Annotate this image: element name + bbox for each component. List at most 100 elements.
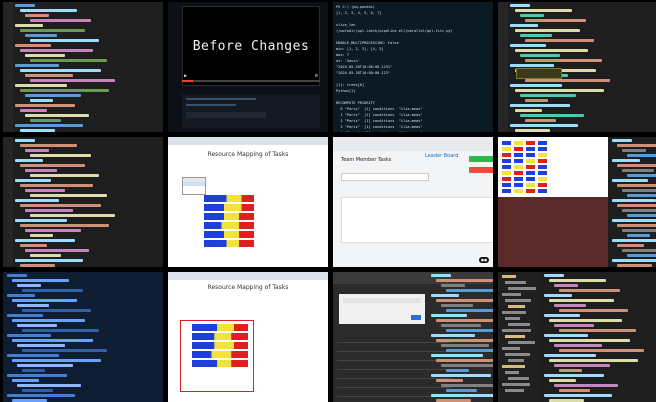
filter-dropdown[interactable]	[182, 177, 206, 195]
code-line	[17, 364, 73, 367]
video-progress-bar[interactable]	[182, 80, 320, 82]
modal-field[interactable]	[343, 298, 421, 303]
code-line	[17, 304, 49, 307]
video-controls[interactable]: ▶ ⚙	[182, 72, 320, 82]
code-line	[30, 59, 107, 62]
browser-toolbar[interactable]	[168, 272, 328, 280]
task-input[interactable]	[341, 173, 429, 181]
code-line	[15, 199, 59, 202]
code-line	[441, 284, 465, 287]
explorer-item[interactable]	[502, 383, 530, 386]
code-line	[15, 219, 67, 222]
tile-code-editor-3[interactable]	[3, 137, 163, 267]
tag-chip	[538, 183, 547, 187]
explorer-item[interactable]	[508, 287, 536, 290]
explorer-item[interactable]	[505, 353, 530, 356]
dom-tree[interactable]	[429, 272, 493, 402]
modal-dialog[interactable]	[339, 294, 425, 324]
code-line	[15, 104, 75, 107]
code-area[interactable]	[3, 2, 163, 132]
bar-segment	[211, 351, 232, 358]
code-line	[559, 309, 628, 312]
tag-chip	[514, 159, 523, 163]
code-line	[544, 294, 572, 297]
code-line	[525, 99, 548, 102]
tag-chip	[514, 171, 523, 175]
tile-code-editor-2[interactable]	[498, 2, 656, 132]
explorer-item[interactable]	[505, 371, 519, 374]
file-explorer[interactable]	[498, 272, 538, 402]
terminal-output: PS C:\ (pq-pandas) [1, 2, 3, 4, 5, 6, 7]…	[336, 5, 453, 132]
code-line	[30, 194, 107, 197]
tile-terminal[interactable]: PS C:\ (pq-pandas) [1, 2, 3, 4, 5, 6, 7]…	[333, 2, 493, 132]
code-line	[22, 389, 53, 392]
tile-dark-panel[interactable]	[333, 272, 493, 402]
code-area[interactable]	[3, 272, 163, 402]
dropdown-option[interactable]	[183, 190, 205, 194]
explorer-item[interactable]	[505, 299, 531, 302]
explorer-item[interactable]	[502, 311, 526, 314]
toast-success[interactable]	[469, 156, 493, 162]
code-line	[12, 359, 101, 362]
app-preview[interactable]	[498, 137, 608, 267]
code-line	[446, 309, 493, 312]
code-line	[520, 34, 552, 37]
code-area[interactable]	[3, 137, 163, 267]
code-line	[544, 314, 580, 317]
explorer-item[interactable]	[502, 347, 520, 350]
tile-web-app[interactable]: Team Member Tasks Leader Board ●●	[333, 137, 493, 267]
browser-toolbar[interactable]	[168, 137, 328, 145]
toast-error[interactable]	[469, 167, 493, 173]
code-line	[612, 239, 656, 242]
explorer-item[interactable]	[508, 377, 529, 380]
tag-grid	[502, 141, 552, 195]
explorer-item[interactable]	[508, 359, 524, 362]
explorer-item[interactable]	[505, 317, 520, 320]
code-line	[20, 69, 101, 72]
tile-code-editor-4[interactable]	[3, 272, 163, 402]
code-line	[25, 209, 73, 212]
explorer-item[interactable]	[505, 335, 525, 338]
code-line	[7, 334, 51, 337]
comment-input[interactable]	[186, 112, 266, 118]
gear-icon[interactable]: ⚙	[315, 73, 318, 79]
tile-devtools[interactable]	[498, 137, 656, 267]
code-line	[446, 349, 493, 352]
code-line	[20, 204, 101, 207]
explorer-item[interactable]	[508, 305, 525, 308]
tile-browser-chart-1[interactable]: Resource Mapping of Tasks	[168, 137, 328, 267]
code-line	[7, 374, 67, 377]
explorer-item[interactable]	[502, 365, 525, 368]
code-line	[30, 19, 91, 22]
play-icon[interactable]: ▶	[184, 73, 187, 79]
code-line	[15, 259, 83, 262]
tile-video-player[interactable]: Before Changes ▶ ⚙	[168, 2, 328, 132]
code-line	[20, 184, 93, 187]
explorer-item[interactable]	[502, 329, 531, 332]
dom-tree[interactable]	[610, 137, 656, 267]
tile-code-editor-5[interactable]	[498, 272, 656, 402]
tile-browser-chart-2[interactable]: Resource Mapping of Tasks	[168, 272, 328, 402]
explorer-item[interactable]	[502, 275, 516, 278]
tile-code-editor-1[interactable]	[3, 2, 163, 132]
code-line	[612, 199, 656, 202]
explorer-item[interactable]	[502, 293, 521, 296]
code-line	[441, 304, 473, 307]
code-line	[431, 394, 493, 397]
explorer-item[interactable]	[508, 323, 530, 326]
explorer-item[interactable]	[505, 281, 526, 284]
code-line	[520, 54, 560, 57]
collage-grid: Before Changes ▶ ⚙ PS C:\ (pq-pandas) [1…	[0, 0, 656, 402]
code-line	[441, 324, 481, 327]
code-area[interactable]	[498, 2, 656, 132]
tag-chip	[526, 159, 535, 163]
modal-save-button[interactable]	[411, 315, 421, 320]
code-line	[446, 369, 469, 372]
code-area[interactable]	[542, 272, 656, 402]
explorer-item[interactable]	[508, 341, 535, 344]
browser-toolbar[interactable]	[333, 137, 493, 151]
code-line	[559, 289, 620, 292]
bar-segment	[226, 195, 242, 202]
explorer-item[interactable]	[505, 389, 524, 392]
code-line	[30, 174, 99, 177]
